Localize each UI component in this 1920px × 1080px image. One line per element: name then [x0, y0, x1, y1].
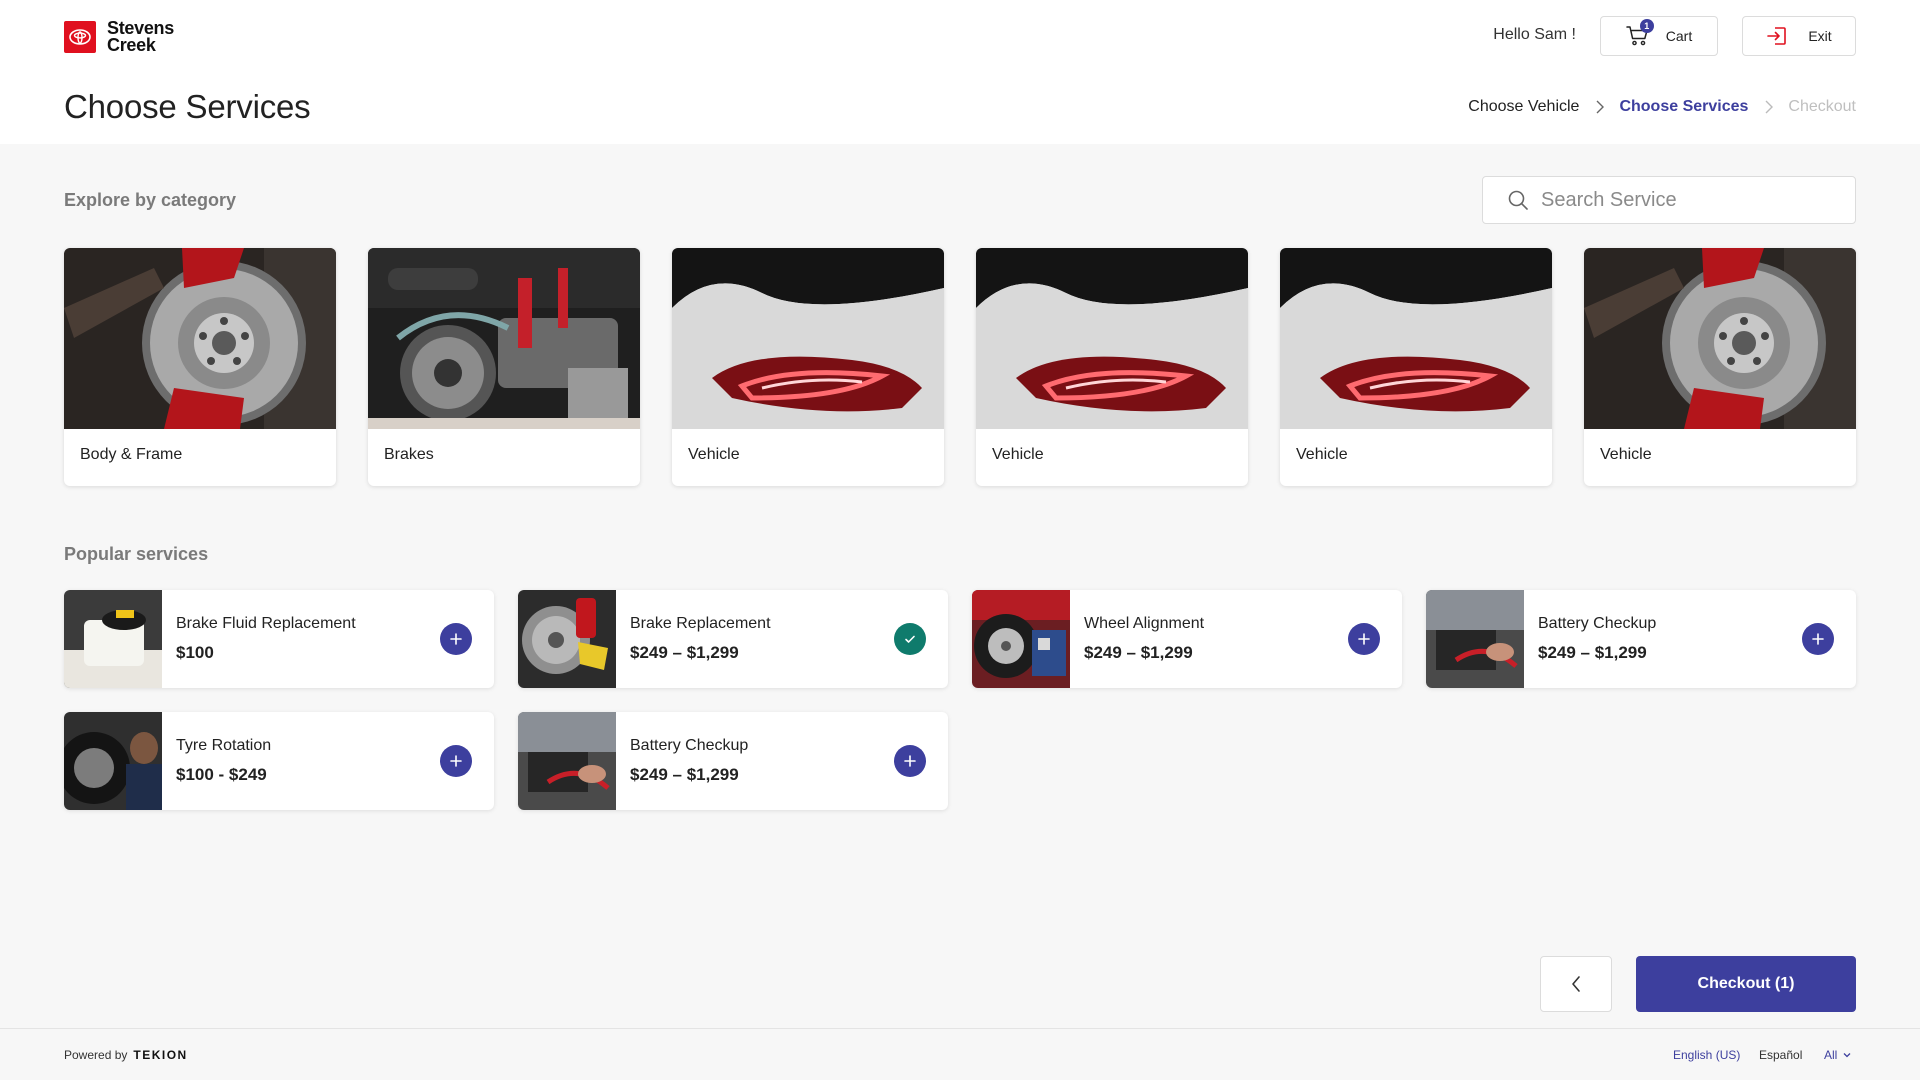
- service-name: Wheel Alignment: [1084, 615, 1205, 632]
- breadcrumb-checkout: Checkout: [1788, 98, 1856, 115]
- search-icon: [1508, 190, 1528, 210]
- popular-section-title: Popular services: [64, 544, 209, 564]
- service-thumbnail: [1426, 590, 1524, 688]
- category-label: Vehicle: [992, 446, 1044, 463]
- service-thumbnail: [518, 590, 616, 688]
- add-service-button[interactable]: [894, 745, 926, 777]
- service-thumbnail: [518, 712, 616, 810]
- page-title: Choose Services: [64, 88, 311, 125]
- service-price: $249 – $1,299: [630, 765, 739, 784]
- plus-icon: [1812, 633, 1824, 645]
- user-greeting: Hello Sam !: [1493, 26, 1576, 43]
- language-spanish-link[interactable]: Español: [1759, 1048, 1802, 1062]
- category-image: [976, 248, 1248, 429]
- service-name: Battery Checkup: [630, 737, 749, 754]
- cart-count-badge: 1: [1639, 19, 1654, 33]
- service-card[interactable]: Wheel Alignment $249 – $1,299: [972, 590, 1402, 688]
- toyota-logo-icon: [64, 21, 96, 53]
- back-button[interactable]: [1540, 956, 1612, 1012]
- tekion-logo: TEKION: [133, 1048, 188, 1062]
- service-name: Tyre Rotation: [176, 737, 272, 754]
- category-label: Vehicle: [688, 446, 740, 463]
- page-footer: Powered by TEKION English (US) Español A…: [0, 1028, 1920, 1080]
- breadcrumb: Choose Vehicle Choose Services Checkout: [1468, 98, 1856, 116]
- chevron-down-icon: [1843, 1053, 1851, 1058]
- plus-icon: [1358, 633, 1370, 645]
- category-label: Vehicle: [1296, 446, 1348, 463]
- add-service-button[interactable]: [1802, 623, 1834, 655]
- category-label: Body & Frame: [80, 446, 183, 463]
- language-english-link[interactable]: English (US): [1673, 1048, 1740, 1062]
- add-service-button[interactable]: [1348, 623, 1380, 655]
- service-card[interactable]: Tyre Rotation $100 - $249: [64, 712, 494, 810]
- language-all-dropdown[interactable]: All: [1824, 1048, 1852, 1062]
- category-card[interactable]: Vehicle: [976, 248, 1248, 486]
- add-service-button[interactable]: [440, 623, 472, 655]
- service-name: Battery Checkup: [1538, 615, 1657, 632]
- service-price: $100: [176, 643, 214, 662]
- service-card[interactable]: Battery Checkup $249 – $1,299: [518, 712, 948, 810]
- checkout-button[interactable]: Checkout (1): [1636, 956, 1856, 1012]
- service-price: $249 – $1,299: [1538, 643, 1647, 662]
- dealer-name-line2: Creek: [107, 35, 156, 55]
- search-input[interactable]: [1541, 188, 1841, 212]
- search-service-box[interactable]: [1482, 176, 1856, 224]
- service-card[interactable]: Brake Fluid Replacement $100: [64, 590, 494, 688]
- category-label: Vehicle: [1600, 446, 1652, 463]
- service-card[interactable]: Brake Replacement $249 – $1,299: [518, 590, 948, 688]
- category-image: [368, 248, 640, 429]
- category-image: [672, 248, 944, 429]
- chevron-right-icon: [1764, 99, 1774, 115]
- service-name: Brake Fluid Replacement: [176, 615, 356, 632]
- check-icon: [905, 635, 915, 643]
- category-label: Brakes: [384, 446, 434, 463]
- category-card[interactable]: Brakes: [368, 248, 640, 486]
- breadcrumb-choose-services[interactable]: Choose Services: [1619, 98, 1748, 116]
- exit-icon: [1767, 27, 1787, 45]
- page-header: Stevens Creek Hello Sam ! 1 Cart Exit Ch…: [0, 0, 1920, 144]
- powered-by-label: Powered by: [64, 1048, 128, 1062]
- breadcrumb-choose-vehicle[interactable]: Choose Vehicle: [1468, 98, 1579, 116]
- service-price: $100 - $249: [176, 765, 267, 784]
- exit-button[interactable]: Exit: [1742, 16, 1856, 56]
- service-name: Brake Replacement: [630, 615, 771, 632]
- service-card[interactable]: Battery Checkup $249 – $1,299: [1426, 590, 1856, 688]
- plus-icon: [450, 633, 462, 645]
- plus-icon: [904, 755, 916, 767]
- service-thumbnail: [64, 590, 162, 688]
- category-image: [1280, 248, 1552, 429]
- category-card[interactable]: Vehicle: [1584, 248, 1856, 486]
- powered-by: Powered by TEKION: [64, 1048, 188, 1062]
- service-price: $249 – $1,299: [630, 643, 739, 662]
- dealer-name: Stevens Creek: [107, 19, 174, 55]
- category-image: [1584, 248, 1856, 429]
- chevron-right-icon: [1595, 99, 1605, 115]
- language-all-label: All: [1824, 1048, 1838, 1062]
- dealer-logo[interactable]: Stevens Creek: [64, 19, 174, 55]
- chevron-left-icon: [1572, 976, 1580, 992]
- category-card[interactable]: Vehicle: [672, 248, 944, 486]
- service-price: $249 – $1,299: [1084, 643, 1193, 662]
- cart-icon: 1: [1626, 19, 1654, 47]
- service-thumbnail: [64, 712, 162, 810]
- service-thumbnail: [972, 590, 1070, 688]
- plus-icon: [450, 755, 462, 767]
- cart-button[interactable]: 1 Cart: [1600, 16, 1718, 56]
- category-section-title: Explore by category: [64, 190, 237, 210]
- add-service-button[interactable]: [440, 745, 472, 777]
- category-card[interactable]: Vehicle: [1280, 248, 1552, 486]
- exit-label: Exit: [1808, 28, 1832, 44]
- service-added-button[interactable]: [894, 623, 926, 655]
- cart-label: Cart: [1665, 28, 1693, 44]
- category-image: [64, 248, 336, 429]
- category-card[interactable]: Body & Frame: [64, 248, 336, 486]
